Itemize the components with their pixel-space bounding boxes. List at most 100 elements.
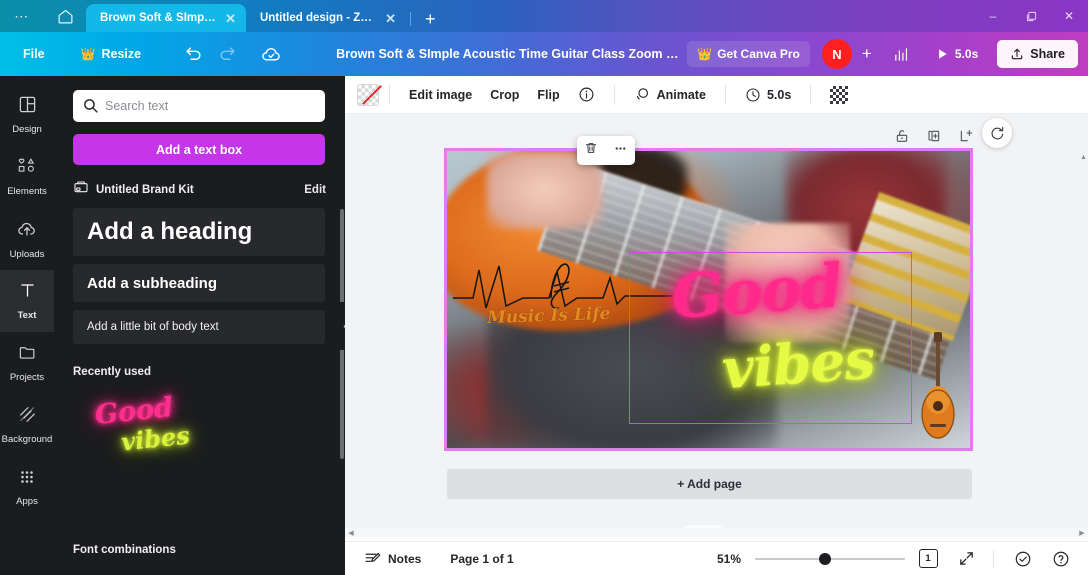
text-style-body[interactable]: Add a little bit of body text bbox=[73, 310, 325, 344]
lock-icon[interactable] bbox=[894, 128, 910, 149]
close-icon[interactable]: ✕ bbox=[223, 12, 238, 25]
design-page[interactable]: Music Is Life Good vibes bbox=[444, 148, 973, 451]
sidebar-item-design[interactable]: Design bbox=[0, 84, 54, 146]
minimize-icon[interactable]: – bbox=[974, 0, 1012, 32]
add-collaborator-button[interactable]: + bbox=[854, 41, 880, 67]
brand-kit-edit-button[interactable]: Edit bbox=[304, 184, 326, 196]
trash-icon[interactable] bbox=[584, 141, 598, 160]
more-dots-icon[interactable]: ⋯ bbox=[0, 0, 44, 32]
brand-kit-label: Untitled Brand Kit bbox=[96, 183, 194, 196]
sidebar-item-background[interactable]: Background bbox=[0, 394, 54, 456]
crown-icon: 👑 bbox=[697, 47, 713, 61]
sidebar-item-projects[interactable]: Projects bbox=[0, 332, 54, 394]
scroll-right-arrow[interactable]: ▶ bbox=[1076, 529, 1088, 537]
sidebar-item-label: Uploads bbox=[9, 248, 45, 260]
toolbar-divider bbox=[810, 84, 812, 105]
brand-kit-row: Untitled Brand Kit Edit bbox=[73, 179, 326, 200]
bar-chart-icon[interactable] bbox=[886, 39, 918, 69]
get-canva-pro-button[interactable]: 👑 Get Canva Pro bbox=[687, 41, 810, 67]
recently-used-heading: Recently used bbox=[73, 366, 151, 378]
text-style-label: Add a heading bbox=[87, 218, 253, 245]
toolbar-divider bbox=[613, 84, 615, 105]
zoom-slider[interactable] bbox=[755, 552, 905, 566]
recent-text-line2: vibes bbox=[119, 420, 191, 457]
transparency-button[interactable] bbox=[821, 81, 857, 109]
info-circle-icon[interactable] bbox=[569, 81, 604, 108]
maximize-icon[interactable] bbox=[1012, 0, 1050, 32]
sidebar-item-label: Projects bbox=[9, 372, 45, 383]
canvas-vertical-scrollbar[interactable]: ▲ ▼ bbox=[1079, 152, 1088, 537]
sidebar-item-elements[interactable]: Elements bbox=[0, 146, 54, 208]
rotate-button[interactable] bbox=[982, 118, 1012, 148]
check-circle-icon[interactable] bbox=[1008, 546, 1038, 572]
scroll-up-arrow[interactable]: ▲ bbox=[1080, 154, 1087, 161]
close-icon[interactable]: ✕ bbox=[1050, 0, 1088, 32]
text-panel: Add a text box Untitled Brand Kit Edit A… bbox=[54, 76, 345, 575]
brand-kit-icon bbox=[73, 179, 89, 200]
document-title[interactable]: Brown Soft & SImple Acoustic Time Guitar… bbox=[336, 47, 686, 61]
zoom-slider-knob[interactable] bbox=[819, 552, 831, 565]
tab-untitled-design[interactable]: Untitled design - Zoo... ✕ bbox=[246, 4, 406, 32]
zoom-level-label: 51% bbox=[716, 551, 741, 566]
duration-button[interactable]: 5.0s bbox=[736, 82, 800, 108]
folder-icon bbox=[18, 343, 37, 367]
home-icon[interactable] bbox=[44, 0, 86, 32]
animate-button[interactable]: Animate bbox=[625, 81, 715, 108]
sidebar-item-apps[interactable]: Apps bbox=[0, 456, 54, 518]
toolbar-divider bbox=[724, 84, 726, 105]
duration-label: 5.0s bbox=[766, 87, 792, 102]
sidebar-item-label: Design bbox=[12, 124, 42, 135]
scroll-track[interactable] bbox=[357, 531, 1076, 535]
sidebar-item-label: Elements bbox=[7, 186, 47, 197]
transparency-checker-icon bbox=[830, 85, 849, 104]
sidebar-item-label: Apps bbox=[16, 495, 38, 507]
tab-brown-soft-acoustic[interactable]: Brown Soft & SImple A... ✕ bbox=[86, 4, 246, 32]
sidebar-item-text[interactable]: Text bbox=[0, 270, 54, 332]
undo-icon[interactable] bbox=[176, 39, 210, 69]
search-wrapper bbox=[73, 90, 326, 122]
close-icon[interactable]: ✕ bbox=[383, 12, 398, 25]
play-icon bbox=[938, 49, 947, 59]
avatar[interactable]: N bbox=[821, 39, 852, 69]
font-combinations-heading: Font combinations bbox=[73, 544, 176, 556]
cloud-saved-icon[interactable] bbox=[254, 39, 288, 69]
new-tab-button[interactable]: + bbox=[417, 10, 444, 32]
notes-button[interactable]: Notes bbox=[357, 546, 428, 571]
add-text-box-button[interactable]: Add a text box bbox=[73, 134, 325, 165]
sidebar-item-uploads[interactable]: Uploads bbox=[0, 208, 54, 270]
tab-label: Brown Soft & SImple A... bbox=[100, 12, 217, 24]
pages-icon[interactable]: 1 bbox=[913, 546, 943, 572]
editor-area: Edit image Crop Flip Animate 5.0s Music … bbox=[345, 76, 1088, 575]
text-style-heading[interactable]: Add a heading bbox=[73, 208, 325, 256]
canvas-viewport[interactable]: Music Is Life Good vibes + Add page ▲ ◀ … bbox=[345, 114, 1088, 537]
notes-icon bbox=[365, 552, 381, 562]
crop-button[interactable]: Crop bbox=[481, 83, 528, 107]
present-button[interactable]: 5.0s bbox=[926, 42, 987, 66]
selection-bounding-box[interactable] bbox=[629, 252, 912, 424]
file-menu-button[interactable]: File bbox=[14, 42, 54, 66]
canvas-horizontal-scrollbar[interactable]: ◀ ▶ bbox=[345, 528, 1088, 537]
tab-label: Untitled design - Zoo... bbox=[260, 12, 378, 24]
flip-button[interactable]: Flip bbox=[528, 83, 568, 107]
add-page-icon[interactable] bbox=[958, 128, 974, 149]
scroll-left-arrow[interactable]: ◀ bbox=[345, 529, 357, 537]
question-circle-icon[interactable] bbox=[1046, 546, 1076, 572]
more-dots-icon[interactable] bbox=[613, 141, 628, 161]
share-button[interactable]: Share bbox=[997, 40, 1078, 68]
expand-icon[interactable] bbox=[951, 546, 981, 572]
no-color-swatch[interactable] bbox=[357, 83, 379, 106]
edit-image-button[interactable]: Edit image bbox=[400, 83, 481, 107]
duplicate-icon[interactable] bbox=[926, 128, 942, 149]
text-t-icon bbox=[18, 281, 37, 305]
text-style-subheading[interactable]: Add a subheading bbox=[73, 264, 325, 302]
resize-button[interactable]: 👑 Resize bbox=[72, 42, 151, 66]
page-action-icons bbox=[894, 128, 974, 149]
recent-text-item[interactable]: Good vibes bbox=[73, 390, 325, 480]
search-input[interactable] bbox=[73, 90, 325, 122]
resize-label: Resize bbox=[101, 47, 142, 61]
toolbar-right-group: 👑 Get Canva Pro N + 5.0s Share bbox=[687, 39, 1088, 69]
redo-icon[interactable] bbox=[210, 39, 244, 69]
add-page-button[interactable]: + Add page bbox=[447, 469, 972, 499]
share-label: Share bbox=[1030, 47, 1065, 61]
object-floating-toolbar bbox=[577, 136, 635, 165]
